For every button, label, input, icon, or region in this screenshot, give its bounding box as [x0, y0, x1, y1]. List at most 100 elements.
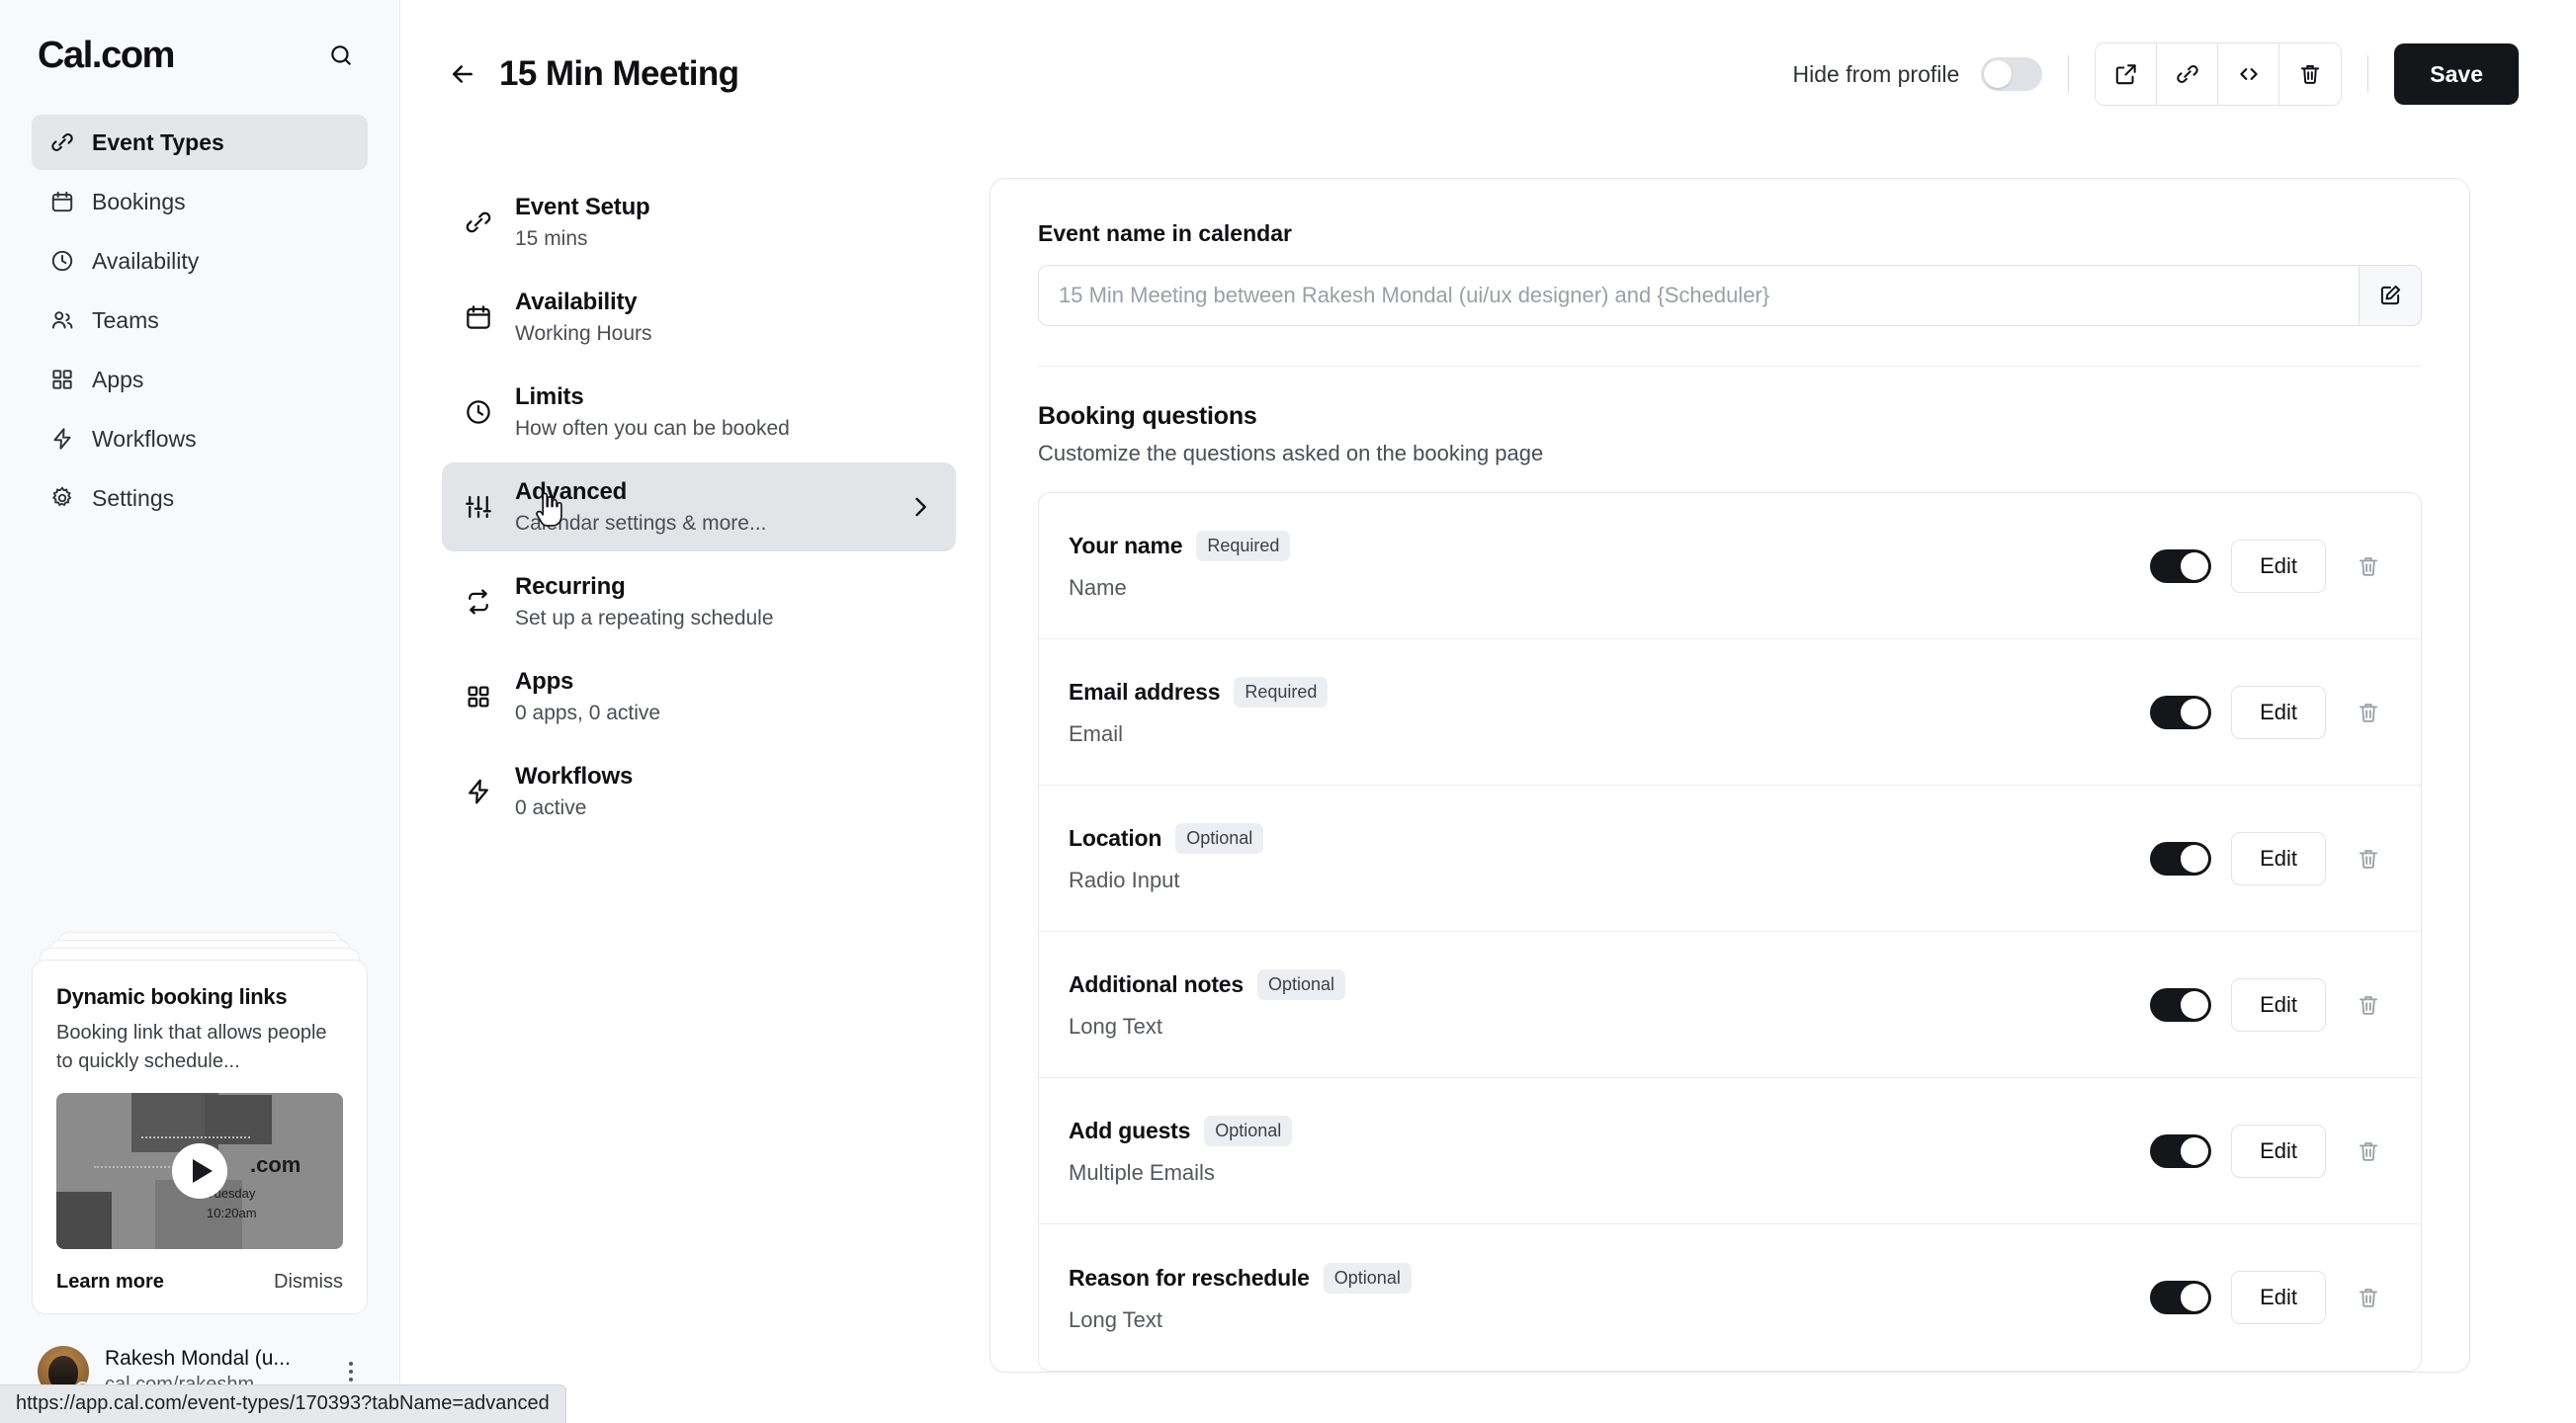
trash-icon[interactable] — [2346, 982, 2391, 1028]
question-type: Name — [1069, 575, 2150, 601]
sidebar-item-label: Apps — [92, 367, 143, 393]
sidebar-item-label: Bookings — [92, 189, 186, 215]
event-type-tabs: Event Setup 15 mins Availability Working… — [442, 148, 956, 1373]
search-icon[interactable] — [320, 35, 362, 76]
question-info: Additional notes Optional Long Text — [1069, 969, 2150, 1040]
question-info: Add guests Optional Multiple Emails — [1069, 1116, 2150, 1186]
promo-card: Dynamic booking links Booking link that … — [32, 960, 368, 1314]
sidebar-item-bookings[interactable]: Bookings — [32, 174, 368, 229]
question-toggle[interactable] — [2150, 1281, 2211, 1314]
trash-icon[interactable] — [2346, 544, 2391, 589]
table-row: Additional notes Optional Long Text Edit — [1039, 932, 2421, 1078]
tab-text: Workflows 0 active — [515, 763, 633, 820]
table-row: Reason for reschedule Optional Long Text… — [1039, 1224, 2421, 1371]
question-type: Multiple Emails — [1069, 1160, 2150, 1186]
question-name: Reason for reschedule — [1069, 1265, 1310, 1292]
edit-button[interactable]: Edit — [2231, 1125, 2326, 1178]
sidebar-item-label: Teams — [92, 307, 159, 334]
user-menu-icon[interactable] — [340, 1362, 362, 1381]
question-type: Radio Input — [1069, 868, 2150, 893]
sidebar-item-workflows[interactable]: Workflows — [32, 411, 368, 466]
divider — [1038, 366, 2422, 367]
promo-thumbnail-time: 10:20am — [207, 1204, 257, 1223]
play-icon[interactable] — [172, 1143, 227, 1199]
sidebar-header: Cal.com — [32, 0, 368, 111]
users-icon — [49, 307, 75, 333]
question-type: Email — [1069, 721, 2150, 747]
question-header: Additional notes Optional — [1069, 969, 2150, 1000]
hide-from-profile-toggle[interactable] — [1981, 57, 2042, 91]
promo-video-thumbnail[interactable]: .com Tuesday 10:20am — [56, 1093, 343, 1249]
learn-more-link[interactable]: Learn more — [56, 1271, 164, 1294]
tab-availability[interactable]: Availability Working Hours — [442, 273, 956, 362]
arrow-left-icon[interactable] — [442, 53, 483, 95]
edit-button[interactable]: Edit — [2231, 686, 2326, 739]
edit-button[interactable]: Edit — [2231, 978, 2326, 1032]
tab-event-setup[interactable]: Event Setup 15 mins — [442, 178, 956, 267]
question-controls: Edit — [2150, 1125, 2391, 1178]
question-badge: Optional — [1324, 1263, 1412, 1294]
event-name-field-row — [1038, 265, 2422, 326]
clock-icon — [464, 397, 493, 427]
trash-icon[interactable] — [2346, 690, 2391, 735]
tab-advanced[interactable]: Advanced Calendar settings & more... — [442, 462, 956, 551]
sidebar-item-settings[interactable]: Settings — [32, 470, 368, 526]
sidebar-item-availability[interactable]: Availability — [32, 233, 368, 289]
edit-button[interactable]: Edit — [2231, 1271, 2326, 1324]
question-name: Additional notes — [1069, 971, 1244, 998]
user-name: Rakesh Mondal (u... — [105, 1347, 324, 1371]
tab-subtitle: 0 active — [515, 796, 633, 820]
trash-icon[interactable] — [2346, 1129, 2391, 1174]
sidebar-item-event-types[interactable]: Event Types — [32, 115, 368, 170]
pencil-square-icon[interactable] — [2359, 265, 2422, 326]
sliders-icon — [464, 492, 493, 522]
question-controls: Edit — [2150, 978, 2391, 1032]
event-name-label: Event name in calendar — [1038, 220, 2422, 247]
embed-button[interactable] — [2218, 43, 2279, 105]
booking-questions-title: Booking questions — [1038, 402, 2422, 431]
tab-apps[interactable]: Apps 0 apps, 0 active — [442, 652, 956, 741]
question-badge: Required — [1196, 531, 1290, 561]
promo-title: Dynamic booking links — [56, 984, 343, 1010]
question-toggle[interactable] — [2150, 1134, 2211, 1168]
trash-icon[interactable] — [2346, 1275, 2391, 1320]
question-header: Reason for reschedule Optional — [1069, 1263, 2150, 1294]
tab-title: Recurring — [515, 573, 774, 601]
question-toggle[interactable] — [2150, 549, 2211, 583]
sidebar-item-teams[interactable]: Teams — [32, 293, 368, 348]
grid-icon — [49, 367, 75, 392]
tab-subtitle: How often you can be booked — [515, 417, 790, 441]
calendar-icon — [49, 189, 75, 214]
calendar-icon — [464, 302, 493, 332]
edit-button[interactable]: Edit — [2231, 832, 2326, 885]
sidebar-item-apps[interactable]: Apps — [32, 352, 368, 407]
delete-button[interactable] — [2279, 43, 2341, 105]
preview-button[interactable] — [2096, 43, 2157, 105]
tab-text: Event Setup 15 mins — [515, 194, 650, 251]
question-toggle[interactable] — [2150, 842, 2211, 876]
table-row: Your name Required Name Edit — [1039, 493, 2421, 639]
copy-link-button[interactable] — [2157, 43, 2218, 105]
sidebar: Cal.com Event Types Bookings — [0, 0, 400, 1423]
gear-icon — [49, 485, 75, 511]
save-button[interactable]: Save — [2394, 43, 2519, 105]
tab-title: Apps — [515, 668, 660, 696]
tab-text: Advanced Calendar settings & more... — [515, 478, 766, 536]
table-row: Add guests Optional Multiple Emails Edit — [1039, 1078, 2421, 1224]
page-title: 15 Min Meeting — [499, 54, 738, 94]
page-header: 15 Min Meeting Hide from profile — [400, 0, 2576, 148]
event-name-input[interactable] — [1038, 265, 2359, 326]
tab-workflows[interactable]: Workflows 0 active — [442, 747, 956, 836]
content-row: Event Setup 15 mins Availability Working… — [400, 148, 2576, 1373]
brand-logo: Cal.com — [38, 35, 174, 77]
edit-button[interactable]: Edit — [2231, 540, 2326, 593]
tab-text: Availability Working Hours — [515, 289, 652, 346]
tab-limits[interactable]: Limits How often you can be booked — [442, 368, 956, 457]
trash-icon[interactable] — [2346, 836, 2391, 881]
tab-subtitle: 15 mins — [515, 227, 650, 251]
question-toggle[interactable] — [2150, 988, 2211, 1022]
question-toggle[interactable] — [2150, 696, 2211, 729]
advanced-settings-card: Event name in calendar Booking questions… — [989, 178, 2470, 1373]
tab-recurring[interactable]: Recurring Set up a repeating schedule — [442, 557, 956, 646]
dismiss-button[interactable]: Dismiss — [274, 1271, 343, 1294]
